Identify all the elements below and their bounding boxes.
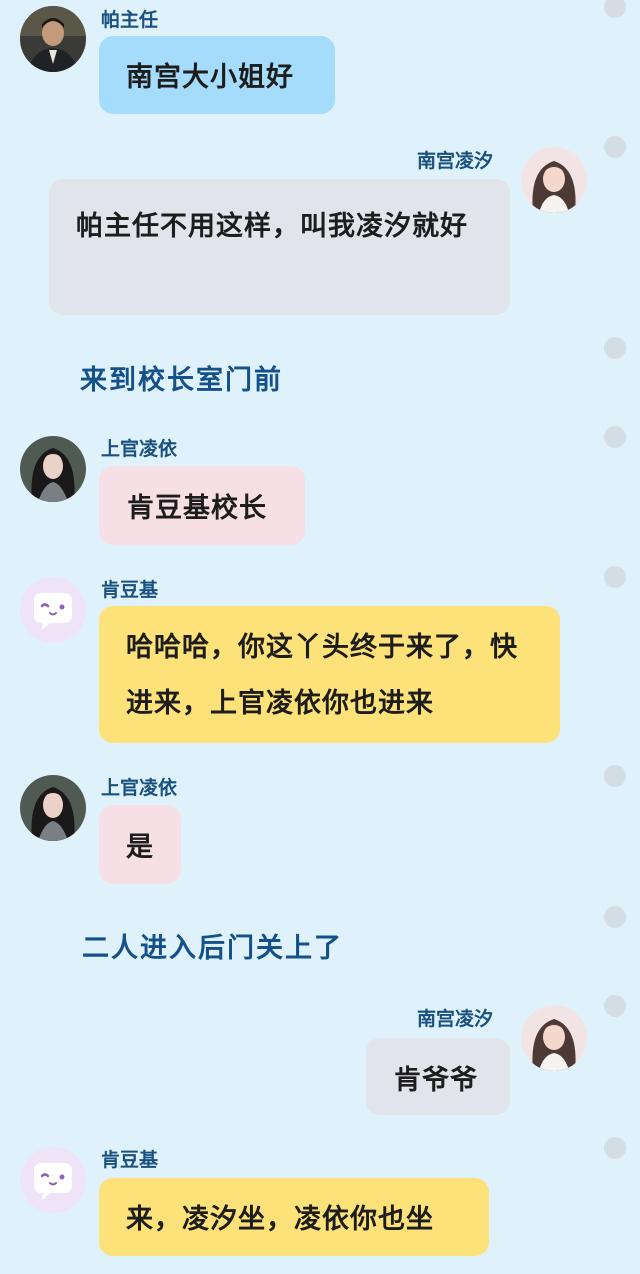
message-text: 哈哈哈，你这丫头终于来了，快进来，上官凌依你也进来 <box>126 632 518 719</box>
speaker-name: 肯豆基 <box>101 1149 159 1171</box>
girl-portrait-icon <box>521 147 587 213</box>
avatar[interactable] <box>20 436 86 502</box>
timeline-dot[interactable] <box>604 566 626 588</box>
avatar[interactable] <box>20 577 86 643</box>
speaker-name: 上官凌依 <box>101 438 178 460</box>
timeline-dot[interactable] <box>604 765 626 787</box>
message-bubble[interactable]: 帕主任不用这样，叫我凌汐就好 <box>49 179 510 315</box>
timeline-dot[interactable] <box>604 995 626 1017</box>
girl-portrait-icon <box>521 1005 587 1071</box>
message-text: 肯爷爷 <box>394 1065 478 1096</box>
speaker-name: 南宫凌汐 <box>417 1008 494 1030</box>
speaker-name: 上官凌依 <box>101 777 178 799</box>
speaker-name: 肯豆基 <box>101 579 159 601</box>
timeline-dot[interactable] <box>604 136 626 158</box>
man-portrait-icon <box>20 6 86 72</box>
timeline-dot[interactable] <box>604 337 626 359</box>
narration-text: 来到校长室门前 <box>80 365 283 396</box>
message-text: 是 <box>126 832 154 863</box>
narration-text: 二人进入后门关上了 <box>82 933 343 964</box>
girl-portrait-icon <box>20 775 86 841</box>
message-bubble[interactable]: 哈哈哈，你这丫头终于来了，快进来，上官凌依你也进来 <box>99 606 560 743</box>
girl-portrait-icon <box>20 436 86 502</box>
message-bubble[interactable]: 是 <box>99 805 181 884</box>
avatar[interactable] <box>521 147 587 213</box>
avatar[interactable] <box>20 6 86 72</box>
timeline-dot[interactable] <box>604 1137 626 1159</box>
avatar[interactable] <box>521 1005 587 1071</box>
message-text: 南宫大小姐好 <box>126 62 294 93</box>
avatar[interactable] <box>20 775 86 841</box>
timeline-dot[interactable] <box>604 906 626 928</box>
chat-bubble-icon <box>20 1147 86 1213</box>
speaker-name: 帕主任 <box>101 9 159 31</box>
message-text: 肯豆基校长 <box>127 493 267 524</box>
message-bubble[interactable]: 来，凌汐坐，凌依你也坐 <box>99 1178 489 1256</box>
avatar[interactable] <box>20 1147 86 1213</box>
message-bubble[interactable]: 南宫大小姐好 <box>99 36 335 114</box>
message-bubble[interactable]: 肯豆基校长 <box>99 466 305 545</box>
timeline-dot[interactable] <box>604 0 626 18</box>
message-bubble[interactable]: 肯爷爷 <box>366 1038 510 1115</box>
speaker-name: 南宫凌汐 <box>417 150 494 172</box>
message-text: 帕主任不用这样，叫我凌汐就好 <box>76 211 468 242</box>
chat-bubble-icon <box>20 577 86 643</box>
timeline-dot[interactable] <box>604 426 626 448</box>
message-text: 来，凌汐坐，凌依你也坐 <box>126 1204 434 1235</box>
